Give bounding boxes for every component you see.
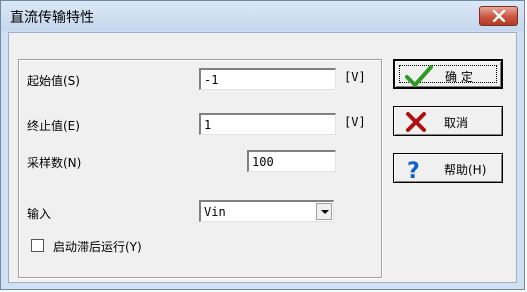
ok-button[interactable]: 确 定	[393, 59, 503, 89]
hysteresis-checkbox[interactable]	[31, 239, 44, 252]
ok-button-label: 确 定	[445, 70, 473, 84]
samples-input[interactable]: 100	[247, 150, 336, 172]
help-button-label: 帮助(H)	[444, 163, 487, 177]
stop-value-label: 终止值(E)	[27, 119, 80, 133]
hysteresis-label: 启动滞后运行(Y)	[53, 240, 142, 254]
start-value-label: 起始值(S)	[27, 74, 80, 88]
cancel-button-label: 取消	[444, 116, 469, 130]
cancel-button[interactable]: 取消	[393, 106, 503, 136]
input-select[interactable]: Vin	[199, 200, 334, 222]
chevron-down-icon[interactable]	[316, 203, 332, 220]
input-select-value: Vin	[204, 205, 226, 219]
question-icon: ?	[407, 159, 420, 182]
help-button[interactable]: ? 帮助(H)	[393, 153, 503, 183]
close-button[interactable]	[479, 6, 518, 26]
x-icon	[406, 112, 426, 132]
stop-value-unit: [V]	[344, 115, 366, 129]
title-bar[interactable]: 直流传输特性	[1, 1, 524, 31]
stop-value-input[interactable]: 1	[199, 113, 336, 135]
dialog-body: 起始值(S) -1 [V] 终止值(E) 1 [V] 采样数(N) 100 输入…	[8, 32, 517, 283]
samples-label: 采样数(N)	[27, 156, 82, 170]
input-label: 输入	[27, 207, 52, 221]
window-title: 直流传输特性	[10, 10, 94, 26]
close-icon	[492, 10, 506, 22]
svg-text:?: ?	[407, 159, 420, 182]
start-value-unit: [V]	[344, 70, 366, 84]
check-icon	[405, 65, 433, 87]
start-value-input[interactable]: -1	[199, 68, 336, 90]
dialog-window: 直流传输特性 起始值(S) -1 [V] 终止值(E) 1 [V] 采样数(N)…	[0, 0, 525, 290]
